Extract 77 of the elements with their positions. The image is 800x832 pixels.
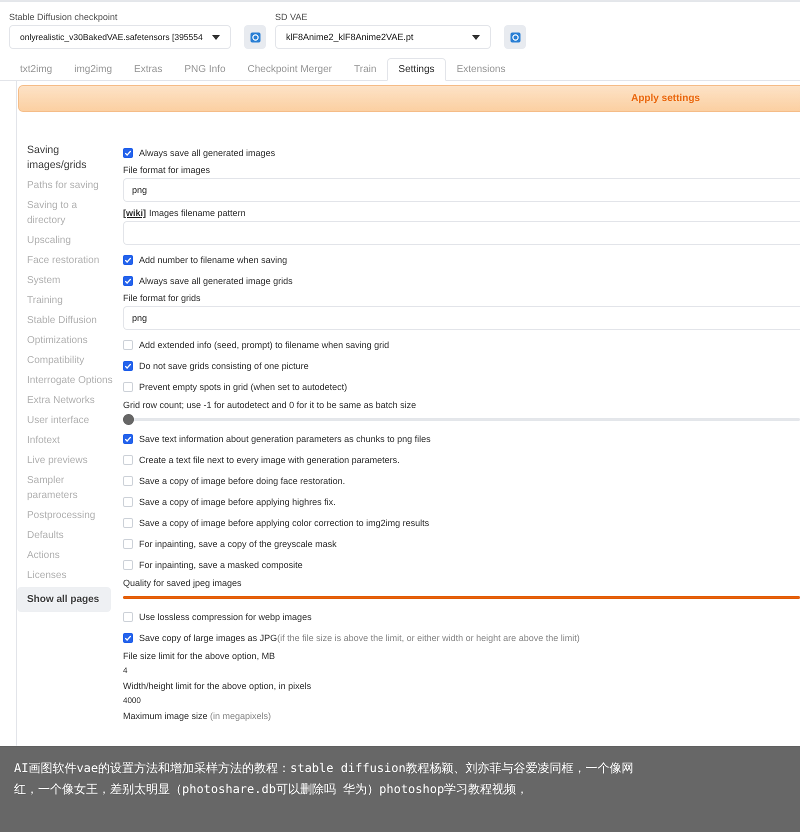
sidebar-item[interactable]: Paths for saving	[27, 175, 113, 195]
field-label: Maximum image size (in megapixels)	[123, 711, 272, 721]
input-field[interactable]	[123, 221, 800, 245]
checkbox-label: Always save all generated image grids	[139, 276, 293, 286]
number-input[interactable]: 4	[123, 666, 800, 675]
refresh-button[interactable]	[504, 25, 526, 49]
tab[interactable]: PNG Info	[173, 58, 237, 81]
checkbox-label: Do not save grids consisting of one picture	[139, 360, 309, 370]
refresh-icon	[510, 32, 520, 42]
sidebar-item[interactable]: Training	[27, 290, 113, 310]
wiki-link[interactable]: [wiki]	[123, 208, 146, 218]
tab[interactable]: Train	[343, 58, 388, 81]
tab[interactable]: Extensions	[446, 58, 516, 81]
checkbox[interactable]	[123, 360, 133, 370]
caret-icon	[212, 34, 220, 40]
checkbox-label: For inpainting, save a masked composite	[139, 560, 303, 570]
checkbox-label: Add extended info (seed, prompt) to filename when saving grid	[139, 340, 390, 350]
sidebar-item[interactable]: Interrogate Options	[27, 370, 113, 390]
sidebar-item[interactable]: System	[27, 270, 113, 290]
checkbox-label: Save a copy of image before applying highres fix.	[139, 496, 336, 506]
refresh-icon	[250, 32, 260, 42]
checkbox-label: Save text information about generation parameters as chunks to png files	[139, 434, 431, 444]
refresh-button[interactable]	[244, 25, 266, 49]
caret-icon	[472, 34, 480, 40]
caption-text: AI画图软件vae的设置方法和增加采样方法的教程：stable diffusion教程杨颖、刘亦菲与谷爱凌同框，一个像网红，一个像女王，差别太明显（photoshare.db可以删除吗 华为）photoshop学习教程视频，	[14, 760, 634, 798]
sidebar-item[interactable]: Live previews	[27, 450, 113, 470]
checkbox[interactable]	[123, 276, 133, 286]
checkbox-label: Always save all generated images	[139, 148, 276, 158]
sidebar-item[interactable]: Saving images/grids	[27, 140, 113, 175]
field-label: Width/height limit for the above option, in pixels	[123, 681, 312, 691]
slider-label: Grid row count; use -1 for autodetect and 0 for it to be same as batch size	[123, 400, 418, 410]
sidebar-item[interactable]: Compatibility	[27, 350, 113, 370]
tab[interactable]: Checkpoint Merger	[236, 58, 343, 81]
sidebar-item[interactable]: Face restoration	[27, 250, 113, 270]
input-field[interactable]: png	[123, 306, 800, 330]
checkbox-label: Add number to filename when saving	[139, 254, 288, 264]
checkbox-label: Save a copy of image before doing face restoration.	[139, 476, 346, 486]
field-label: File size limit for the above option, MB	[123, 651, 276, 661]
checkbox[interactable]	[123, 254, 133, 264]
vae-dropdown[interactable]: klF8Anime2_klF8Anime2VAE.pt	[275, 25, 491, 49]
field-label: File format for images	[123, 165, 210, 175]
field-label: File format for grids	[123, 293, 201, 303]
checkbox-label: Create a text file next to every image with generation parameters.	[139, 454, 400, 464]
apply-settings-button[interactable]: Apply settings	[18, 85, 800, 112]
checkbox[interactable]	[123, 632, 133, 642]
sidebar-item[interactable]: User interface	[27, 410, 113, 430]
sidebar-item[interactable]: Upscaling	[27, 230, 113, 250]
sidebar-item[interactable]: Licenses	[27, 565, 113, 585]
sidebar-item[interactable]: Actions	[27, 545, 113, 565]
field-label: SD VAE	[275, 12, 308, 22]
sidebar-item[interactable]: Defaults	[27, 525, 113, 545]
checkbox[interactable]	[123, 434, 133, 444]
checkbox-label: Save copy of large images as JPG(if the file size is above the limit, or either width or height are above the limit)	[139, 632, 580, 642]
checkbox-label: Use lossless compression for webp images	[139, 612, 312, 622]
checkpoint-dropdown[interactable]: onlyrealistic_v30BakedVAE.safetensors [395554	[9, 25, 231, 49]
tab[interactable]: Settings	[387, 58, 446, 81]
input-field[interactable]: png	[123, 178, 800, 202]
sidebar-item[interactable]: Stable Diffusion	[27, 310, 113, 330]
checkbox-label: Save a copy of image before applying color correction to img2img results	[139, 518, 430, 528]
sidebar-item[interactable]: Infotext	[27, 430, 113, 450]
slider-label: Quality for saved jpeg images	[123, 578, 243, 588]
tab[interactable]: Extras	[123, 58, 174, 81]
sidebar-item[interactable]: Postprocessing	[27, 505, 113, 525]
sidebar-item[interactable]: Sampler parameters	[27, 470, 113, 505]
field-label: Stable Diffusion checkpoint	[9, 12, 118, 22]
number-input[interactable]: 4000	[123, 696, 800, 705]
field-label: Images filename pattern	[149, 208, 246, 218]
slider-thumb[interactable]	[123, 414, 134, 425]
tab[interactable]: txt2img	[9, 58, 64, 81]
checkbox-label: For inpainting, save a copy of the greyscale mask	[139, 538, 337, 548]
sidebar-item[interactable]: Optimizations	[27, 330, 113, 350]
checkbox[interactable]	[123, 148, 133, 158]
sidebar-item[interactable]: Extra Networks	[27, 390, 113, 410]
show-all-pages-button[interactable]: Show all pages	[17, 587, 111, 612]
sidebar-item[interactable]: Saving to a directory	[27, 195, 113, 230]
tab[interactable]: img2img	[63, 58, 124, 81]
checkbox-label: Prevent empty spots in grid (when set to autodetect)	[139, 382, 348, 392]
